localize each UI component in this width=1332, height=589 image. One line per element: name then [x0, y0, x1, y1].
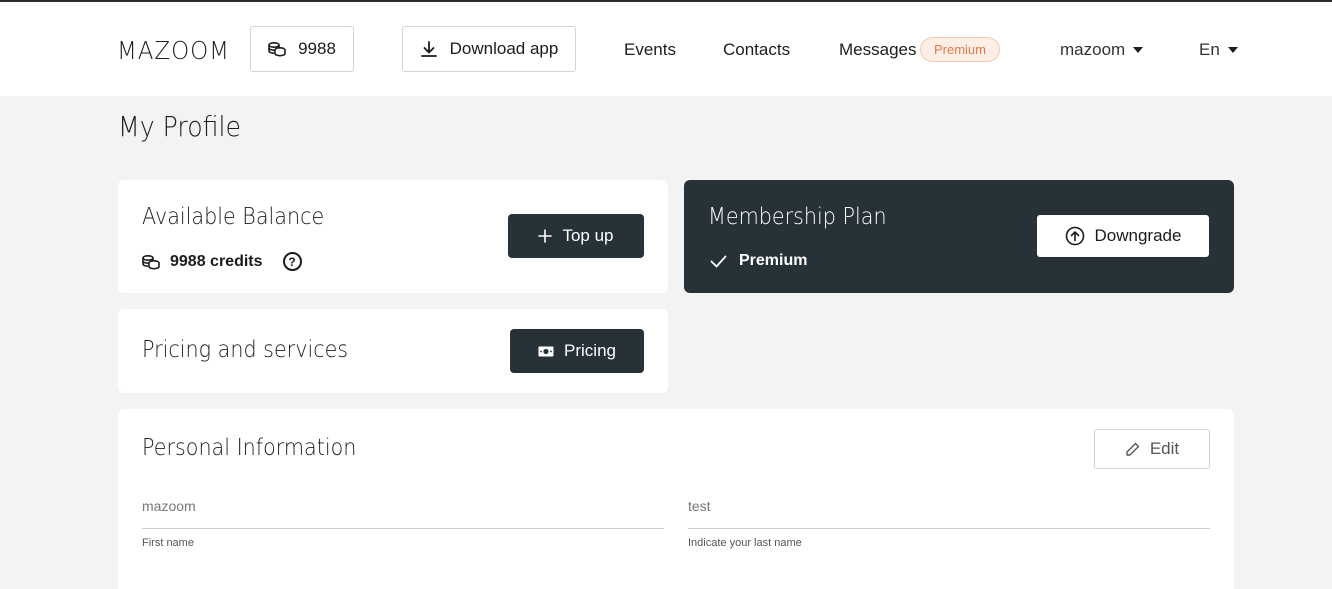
downgrade-label: Downgrade — [1094, 226, 1182, 245]
download-icon — [420, 41, 437, 57]
balance-title: Available Balance — [142, 204, 325, 230]
question-circle-icon[interactable]: ? — [282, 252, 302, 271]
pricing-label: Pricing — [564, 341, 616, 360]
page-title: My Profile — [118, 110, 242, 143]
last-name-field: test Indicate your last name — [688, 491, 1210, 549]
balance-card: Available Balance 9988 credits ? Top up — [118, 180, 668, 293]
personal-info-title: Personal Information — [142, 435, 357, 461]
premium-badge: Premium — [920, 37, 1000, 62]
personal-info-card: Personal Information Edit mazoom First n… — [118, 409, 1234, 589]
credits-count: 9988 — [298, 39, 336, 58]
plan-row: Premium — [710, 252, 807, 270]
credits-button[interactable]: 9988 — [250, 26, 354, 72]
nav-contacts[interactable]: Contacts — [723, 40, 790, 60]
membership-card: Membership Plan Premium Downgrade — [684, 180, 1234, 293]
user-menu-dropdown[interactable]: mazoom — [1060, 40, 1144, 60]
pricing-button[interactable]: Pricing — [510, 329, 644, 373]
money-bill-icon — [538, 346, 554, 356]
logo[interactable]: MAZOOM — [117, 36, 230, 65]
first-name-field: mazoom First name — [142, 491, 664, 549]
membership-title: Membership Plan — [708, 204, 887, 230]
pencil-icon — [1126, 442, 1140, 456]
last-name-hint: Indicate your last name — [688, 537, 802, 549]
caret-down-icon — [1227, 47, 1238, 53]
user-name: mazoom — [1060, 40, 1126, 59]
balance-credits: 9988 credits — [170, 252, 263, 270]
plan-name: Premium — [739, 252, 808, 269]
downgrade-button[interactable]: Downgrade — [1037, 215, 1209, 257]
last-name-input[interactable]: test — [688, 491, 1210, 529]
top-up-label: Top up — [562, 226, 614, 245]
first-name-hint: First name — [142, 537, 194, 549]
plus-icon — [538, 229, 553, 243]
download-app-button[interactable]: Download app — [402, 26, 576, 72]
edit-label: Edit — [1149, 439, 1180, 458]
check-icon — [710, 255, 727, 267]
language-dropdown[interactable]: En — [1199, 40, 1238, 60]
pricing-card: Pricing and services Pricing — [118, 309, 668, 393]
download-app-label: Download app — [449, 39, 559, 58]
first-name-input[interactable]: mazoom — [142, 491, 664, 529]
pricing-title: Pricing and services — [142, 337, 349, 363]
edit-button[interactable]: Edit — [1094, 429, 1210, 469]
balance-row: 9988 credits ? — [142, 252, 302, 271]
arrow-up-circle-icon — [1065, 226, 1084, 246]
caret-down-icon — [1133, 47, 1144, 53]
coins-icon — [142, 254, 160, 270]
nav-events[interactable]: Events — [624, 40, 676, 60]
language-label: En — [1199, 40, 1220, 59]
top-up-button[interactable]: Top up — [508, 214, 644, 258]
nav-messages[interactable]: Messages — [839, 40, 916, 60]
coins-icon — [268, 41, 286, 57]
top-navbar: MAZOOM 9988 Download app Events Contacts… — [0, 2, 1332, 96]
